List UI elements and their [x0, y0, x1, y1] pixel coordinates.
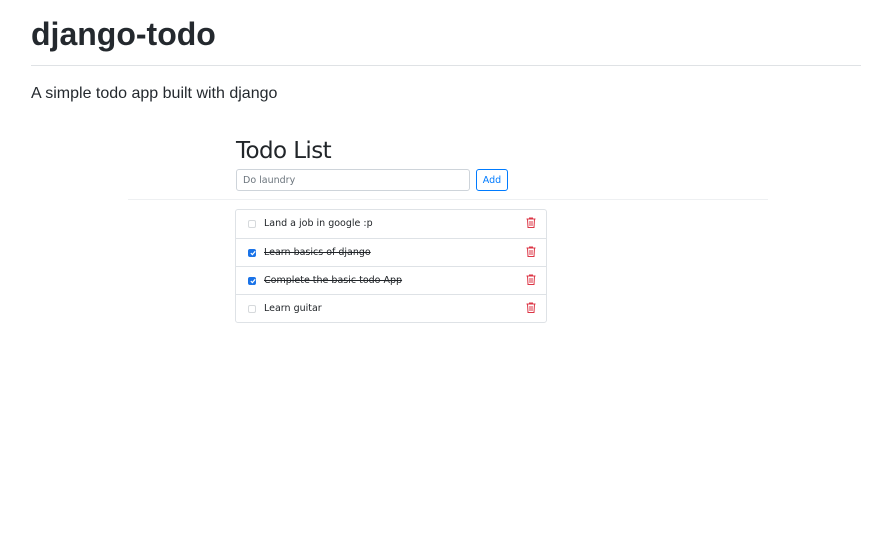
todo-list-heading: Todo List [236, 138, 332, 164]
check-icon [250, 250, 256, 256]
title-divider [31, 65, 861, 66]
todo-checkbox[interactable] [248, 220, 256, 228]
page-description: A simple todo app built with django [31, 85, 278, 102]
todo-text: Complete the basic todo App [264, 275, 403, 286]
trash-icon[interactable] [526, 302, 536, 313]
todo-checkbox[interactable] [248, 249, 256, 257]
page-title: django-todo [31, 16, 216, 52]
trash-icon[interactable] [526, 217, 536, 228]
trash-icon[interactable] [526, 246, 536, 257]
todo-checkbox[interactable] [248, 277, 256, 285]
check-icon [250, 278, 256, 284]
trash-icon[interactable] [526, 274, 536, 285]
todo-text: Learn guitar [264, 303, 322, 314]
todo-list: Land a job in google :p Learn basics of … [235, 209, 547, 323]
todo-text: Learn basics of django [264, 247, 371, 258]
todo-checkbox[interactable] [248, 305, 256, 313]
todo-item: Complete the basic todo App [236, 266, 546, 294]
todo-item: Learn guitar [236, 294, 546, 322]
todo-text: Land a job in google :p [264, 218, 373, 229]
todo-input[interactable] [236, 169, 470, 191]
todo-item: Learn basics of django [236, 238, 546, 266]
section-divider [128, 199, 768, 200]
add-button[interactable]: Add [476, 169, 508, 191]
todo-item: Land a job in google :p [236, 210, 546, 238]
